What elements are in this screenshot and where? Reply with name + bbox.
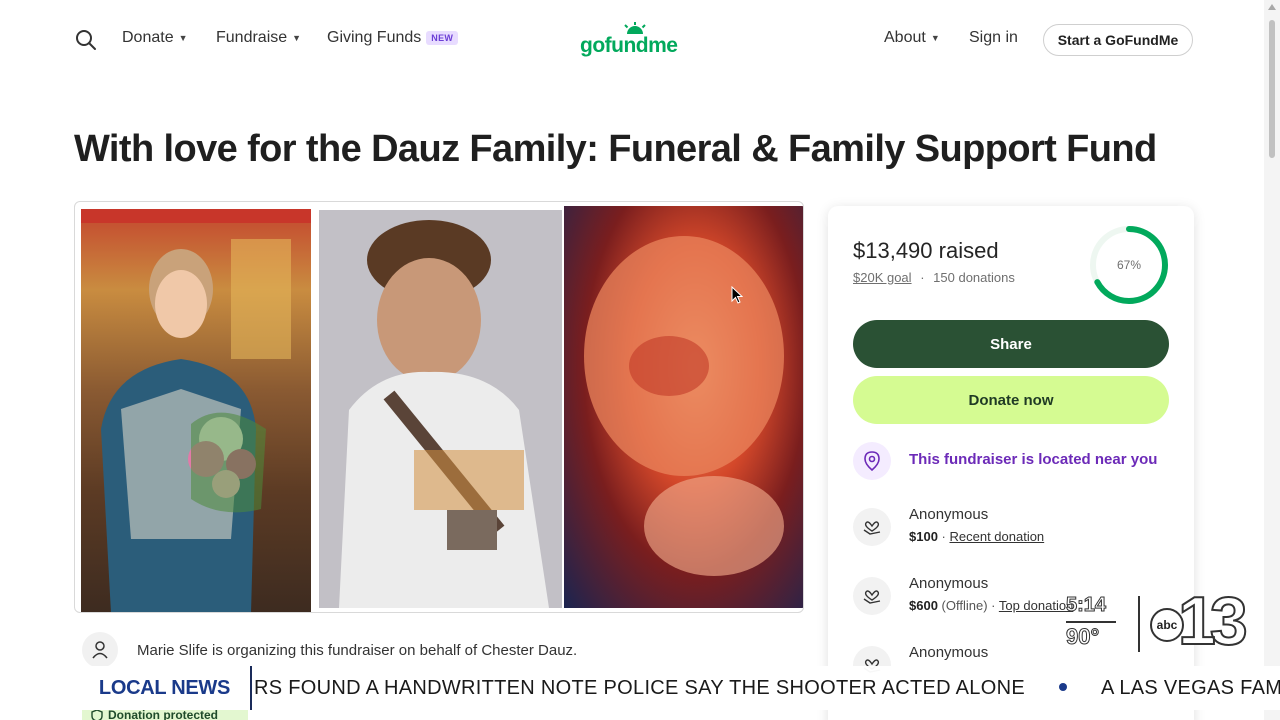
photo-boy (319, 210, 562, 608)
shield-icon (91, 709, 103, 720)
donor-item: Anonymous $100 · Recent donation (853, 506, 1173, 554)
nav-sign-in[interactable]: Sign in (969, 29, 1018, 47)
start-gofundme-button[interactable]: Start a GoFundMe (1043, 24, 1193, 56)
goal-link[interactable]: $20K goal (853, 270, 912, 285)
mouse-cursor-icon (731, 286, 743, 304)
organizer-row: Marie Slife is organizing this fundraise… (82, 630, 577, 670)
ticker-section-label: LOCAL NEWS (0, 666, 252, 710)
logo-text: gofundme (580, 34, 678, 57)
donor-meta: $100 · Recent donation (909, 529, 1044, 544)
donor-detail: (Offline) · (937, 598, 999, 613)
nav-fundraise[interactable]: Fundraise ▼ (216, 29, 301, 47)
nav-about[interactable]: About ▼ (884, 29, 940, 47)
nav-sign-in-label: Sign in (969, 29, 1018, 46)
nav-donate-label: Donate (122, 29, 174, 46)
bug-temperature: 90° (1065, 624, 1100, 650)
donor-name: Anonymous (909, 644, 989, 661)
new-badge: NEW (426, 31, 459, 45)
photo-ultrasound (564, 206, 803, 608)
campaign-photo[interactable] (74, 201, 804, 613)
nav-giving-funds[interactable]: Giving Funds NEW (327, 29, 459, 47)
donor-amount: $600 (909, 598, 938, 613)
ticker-headline: RS FOUND A HANDWRITTEN NOTE POLICE SAY T… (254, 677, 1025, 699)
gofundme-logo[interactable]: gofundme (580, 22, 688, 60)
news-ticker: LOCAL NEWS RS FOUND A HANDWRITTEN NOTE P… (0, 666, 1280, 710)
nav-fundraise-label: Fundraise (216, 29, 288, 46)
chevron-down-icon: ▼ (930, 33, 940, 43)
donor-meta: $600 (Offline) · Top donation (909, 598, 1073, 613)
bug-time: 5:14 (1065, 594, 1107, 617)
donor-tag[interactable]: Recent donation (949, 529, 1044, 544)
bug-rule (1066, 621, 1116, 623)
goal-line: $20K goal · 150 donations (853, 270, 1015, 285)
location-text[interactable]: This fundraiser is located near you (909, 451, 1157, 468)
scrollbar[interactable] (1264, 0, 1280, 720)
goal-separator: · (920, 270, 925, 285)
boy-illustration (319, 210, 562, 608)
nav-giving-funds-label: Giving Funds (327, 29, 422, 46)
search-icon[interactable] (74, 28, 98, 52)
donor-name: Anonymous (909, 575, 989, 592)
donate-now-button[interactable]: Donate now (853, 376, 1169, 424)
ticker-separator-dot (1058, 683, 1067, 692)
woman-illustration (81, 209, 311, 612)
nav-donate[interactable]: Donate ▼ (122, 29, 188, 47)
ticker-text: RS FOUND A HANDWRITTEN NOTE POLICE SAY T… (254, 677, 1280, 700)
photo-woman-with-flowers (81, 209, 311, 612)
donation-count: 150 donations (933, 270, 1015, 285)
page: Donate ▼ Fundraise ▼ Giving Funds NEW go… (0, 0, 1280, 720)
amount-raised: $13,490 raised (853, 238, 999, 263)
heart-hand-icon (853, 577, 891, 615)
donor-name: Anonymous (909, 506, 989, 523)
scroll-up-arrow-icon[interactable] (1268, 4, 1276, 10)
channel-number: 13 (1177, 582, 1249, 660)
page-title: With love for the Dauz Family: Funeral &… (74, 128, 1157, 170)
scroll-thumb[interactable] (1269, 20, 1275, 158)
organizer-text: Marie Slife is organizing this fundraise… (137, 641, 578, 659)
station-bug: 5:14 90° abc 13 (1062, 582, 1252, 664)
nav-about-label: About (884, 29, 926, 46)
chevron-down-icon: ▼ (292, 33, 302, 43)
user-icon (82, 632, 118, 668)
donor-detail: · (937, 529, 950, 544)
ticker-headline: A LAS VEGAS FAMI (1100, 677, 1280, 699)
progress-percent: 67% (1116, 258, 1142, 272)
top-nav: Donate ▼ Fundraise ▼ Giving Funds NEW go… (0, 0, 1264, 80)
heart-hand-icon (853, 508, 891, 546)
bug-divider (1138, 596, 1140, 652)
logo-sun-icon (624, 22, 646, 34)
location-pin-icon (853, 442, 891, 480)
chevron-down-icon: ▼ (178, 33, 188, 43)
share-button[interactable]: Share (853, 320, 1169, 368)
donor-amount: $100 (909, 529, 938, 544)
ultrasound-illustration (584, 236, 784, 576)
